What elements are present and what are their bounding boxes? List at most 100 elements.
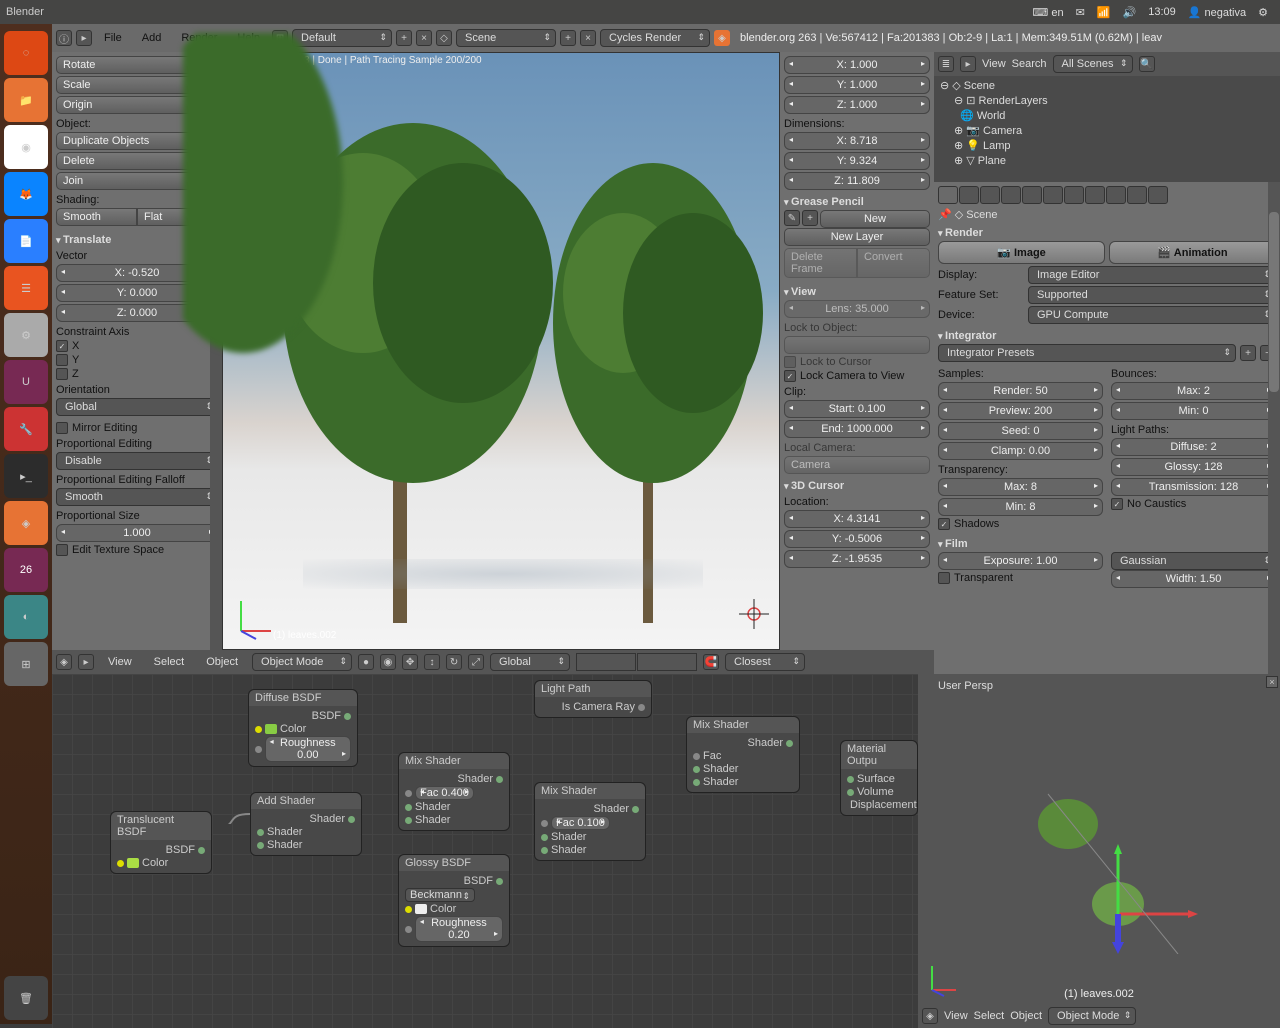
writer-icon[interactable]: 📄 xyxy=(4,219,48,263)
calendar-icon[interactable]: 26 xyxy=(4,548,48,592)
dim-y[interactable]: Y: 9.324 xyxy=(784,152,930,170)
feature-set-dropdown[interactable]: Supported xyxy=(1028,286,1276,304)
transform-orient-dropdown[interactable]: Global xyxy=(490,653,570,671)
add-layout-icon[interactable]: + xyxy=(396,30,412,46)
scene-icon[interactable]: ◇ xyxy=(436,30,452,46)
glossy-bounces[interactable]: Glossy: 128 xyxy=(1111,458,1276,476)
outliner-search-menu[interactable]: Search xyxy=(1012,58,1047,70)
snap-dropdown[interactable]: Closest xyxy=(725,653,805,671)
editor-type-icon[interactable]: ⓘ xyxy=(56,30,72,46)
node-diffuse-bsdf[interactable]: Diffuse BSDF BSDF Color Roughness 0.00 xyxy=(248,689,358,767)
tab-scene[interactable] xyxy=(959,186,979,204)
tab-world[interactable] xyxy=(980,186,1000,204)
add-menu[interactable]: Add xyxy=(134,32,170,44)
mini-view-menu[interactable]: View xyxy=(944,1010,968,1022)
manip-t-icon[interactable]: ↕ xyxy=(424,654,440,670)
tab-data[interactable] xyxy=(1064,186,1084,204)
dash-icon[interactable]: ◌ xyxy=(4,31,48,75)
diffuse-bounces[interactable]: Diffuse: 2 xyxy=(1111,438,1276,456)
render-samples[interactable]: Render: 50 xyxy=(938,382,1103,400)
add-gp-icon[interactable]: + xyxy=(802,210,818,226)
outliner-scene[interactable]: ⊖ ◇ Scene xyxy=(940,78,1274,93)
add-scene-icon[interactable]: + xyxy=(560,30,576,46)
lock-camera-check[interactable]: ✓ xyxy=(784,370,796,382)
node-mix-shader-3[interactable]: Mix Shader Shader Fac Shader Shader xyxy=(686,716,800,793)
layers-grid[interactable] xyxy=(576,653,697,671)
settings-icon[interactable]: ⚙ xyxy=(4,313,48,357)
clock[interactable]: 13:09 xyxy=(1148,6,1176,18)
filter-width[interactable]: Width: 1.50 xyxy=(1111,570,1276,588)
integrator-panel-header[interactable]: Integrator xyxy=(938,330,1276,342)
tools-icon[interactable]: 🔧 xyxy=(4,407,48,451)
mail-icon[interactable]: ✉ xyxy=(1076,6,1085,19)
clip-start[interactable]: Start: 0.100 xyxy=(784,400,930,418)
node-glossy-bsdf[interactable]: Glossy BSDF BSDF Beckmann Color Roughnes… xyxy=(398,854,510,947)
bounces-min[interactable]: Min: 0 xyxy=(1111,402,1276,420)
render-anim-button[interactable]: 🎬 Animation xyxy=(1109,241,1276,264)
tab-physics[interactable] xyxy=(1148,186,1168,204)
constraint-x-check[interactable]: ✓ xyxy=(56,340,68,352)
falloff-dropdown[interactable]: Smooth xyxy=(56,488,218,506)
display-dropdown[interactable]: Image Editor xyxy=(1028,266,1276,284)
outliner-plane[interactable]: ⊕ ▽ Plane xyxy=(940,153,1274,168)
scale-y[interactable]: Y: 1.000 xyxy=(784,76,930,94)
node-editor[interactable]: Diffuse BSDF BSDF Color Roughness 0.00 T… xyxy=(52,674,918,1028)
smooth-button[interactable]: Smooth xyxy=(56,208,137,226)
transmission-bounces[interactable]: Transmission: 128 xyxy=(1111,478,1276,496)
chevron-icon[interactable]: ▸ xyxy=(78,654,94,670)
app-icon-2[interactable]: ◐ xyxy=(4,595,48,639)
transp-max[interactable]: Max: 8 xyxy=(938,478,1103,496)
render-image-button[interactable]: 📷 Image xyxy=(938,241,1105,264)
mode-dropdown[interactable]: Object Mode xyxy=(252,653,352,671)
bounces-max[interactable]: Max: 2 xyxy=(1111,382,1276,400)
scale-x[interactable]: X: 1.000 xyxy=(784,56,930,74)
seed-field[interactable]: Seed: 0 xyxy=(938,422,1103,440)
node-add-shader[interactable]: Add Shader Shader Shader Shader xyxy=(250,792,362,856)
ubuntu-one-icon[interactable]: U xyxy=(4,360,48,404)
exposure-field[interactable]: Exposure: 1.00 xyxy=(938,552,1103,570)
transparent-check[interactable] xyxy=(938,572,950,584)
search-icon[interactable]: 🔍 xyxy=(1139,56,1155,72)
terminal-icon[interactable]: ▸_ xyxy=(4,454,48,498)
viewport-3d[interactable]: Elapsed: 01:07.33 | Done | Path Tracing … xyxy=(222,52,780,650)
prop-edit-dropdown[interactable]: Disable xyxy=(56,452,218,470)
dim-z[interactable]: Z: 11.809 xyxy=(784,172,930,190)
shadows-check[interactable]: ✓ xyxy=(938,518,950,530)
view3d-editor-icon[interactable]: ◈ xyxy=(56,654,72,670)
node-mix-shader-1[interactable]: Mix Shader Shader Fac 0.400 Shader Shade… xyxy=(398,752,510,831)
gp-new-layer-button[interactable]: New Layer xyxy=(784,228,930,246)
cursor-y[interactable]: Y: -0.5006 xyxy=(784,530,930,548)
clip-end[interactable]: End: 1000.000 xyxy=(784,420,930,438)
chevron-icon[interactable]: ▸ xyxy=(960,56,976,72)
preview-samples[interactable]: Preview: 200 xyxy=(938,402,1103,420)
chrome-icon[interactable]: ◉ xyxy=(4,125,48,169)
wifi-icon[interactable]: 📶 xyxy=(1097,6,1111,19)
outliner-renderlayers[interactable]: ⊖ ⊡ RenderLayers xyxy=(940,93,1274,108)
mini-editor-icon[interactable]: ◈ xyxy=(922,1008,938,1024)
del-layout-icon[interactable]: × xyxy=(416,30,432,46)
cursor-x[interactable]: X: 4.3141 xyxy=(784,510,930,528)
blender-icon[interactable]: ◈ xyxy=(4,501,48,545)
dim-x[interactable]: X: 8.718 xyxy=(784,132,930,150)
cursor-z[interactable]: Z: -1.9535 xyxy=(784,550,930,568)
no-caustics-check[interactable]: ✓ xyxy=(1111,498,1123,510)
render-panel-header[interactable]: Render xyxy=(938,227,1276,239)
clamp-field[interactable]: Clamp: 0.00 xyxy=(938,442,1103,460)
select-menu[interactable]: Select xyxy=(146,656,193,668)
props-scrollbar[interactable] xyxy=(1268,182,1280,722)
engine-dropdown[interactable]: Cycles Render xyxy=(600,29,710,47)
device-dropdown[interactable]: GPU Compute xyxy=(1028,306,1276,324)
gear-icon[interactable]: ⚙ xyxy=(1258,6,1268,19)
view-menu[interactable]: View xyxy=(100,656,140,668)
tab-texture[interactable] xyxy=(1106,186,1126,204)
gp-new-button[interactable]: New xyxy=(820,210,930,228)
object-menu[interactable]: Object xyxy=(198,656,246,668)
outliner-view-menu[interactable]: View xyxy=(982,58,1006,70)
manip-r-icon[interactable]: ↻ xyxy=(446,654,462,670)
mini-viewport[interactable]: User Persp × (1) leaves.002 ◈ View Selec… xyxy=(918,674,1280,1028)
workspace-icon[interactable]: ⊞ xyxy=(4,642,48,686)
outliner-lamp[interactable]: ⊕ 💡 Lamp xyxy=(940,138,1274,153)
del-scene-icon[interactable]: × xyxy=(580,30,596,46)
trash-icon[interactable]: 🗑 xyxy=(4,976,48,1020)
filter-dropdown[interactable]: Gaussian xyxy=(1111,552,1276,570)
